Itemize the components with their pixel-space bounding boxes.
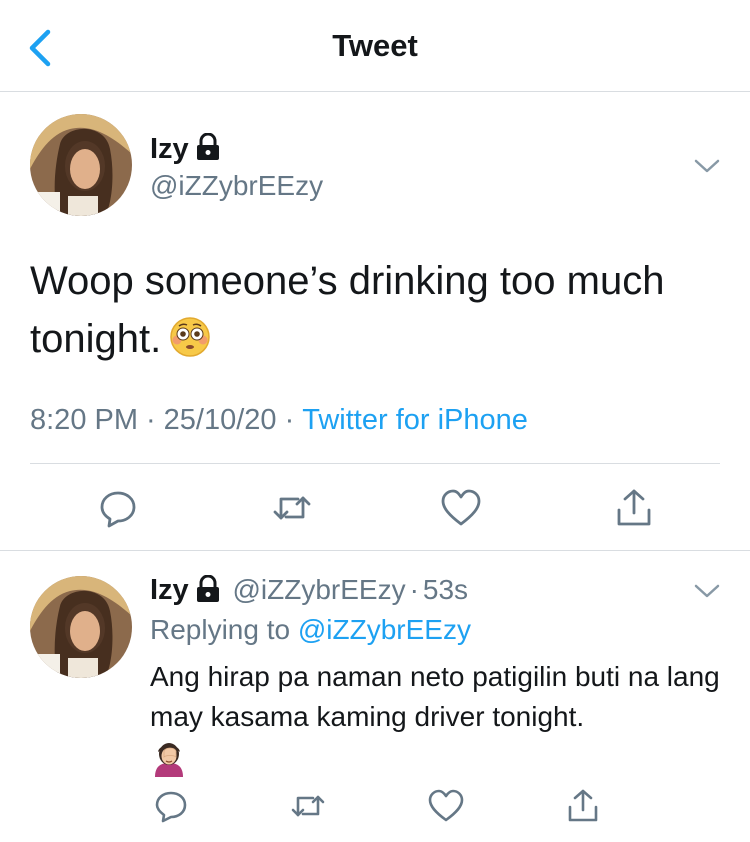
reply-icon	[155, 791, 187, 823]
like-button[interactable]	[439, 486, 483, 530]
like-button[interactable]	[424, 784, 468, 828]
separator: ·	[284, 404, 295, 436]
share-icon	[617, 489, 651, 526]
lock-icon	[196, 133, 219, 161]
replying-to-label: Replying to	[150, 614, 291, 645]
divider	[30, 463, 720, 464]
tweet-client-link[interactable]: Twitter for iPhone	[302, 404, 528, 436]
lock-icon	[196, 574, 219, 602]
reply-menu-button[interactable]	[690, 580, 724, 602]
woman-facepalming-emoji	[155, 743, 183, 777]
like-icon	[441, 489, 481, 526]
mention-link[interactable]: @iZZybrEEzy	[298, 614, 471, 645]
tweet-author-handle[interactable]: @iZZybrEEzy	[150, 170, 323, 202]
reply-header: Izy @iZZybrEEzy · 53s	[150, 574, 468, 607]
reply-icon	[100, 491, 136, 528]
retweet-icon	[273, 496, 311, 520]
navigation-bar: Tweet	[0, 0, 750, 92]
reply-button[interactable]	[96, 486, 140, 530]
reply-button[interactable]	[149, 784, 193, 828]
reply-age: 53s	[422, 574, 469, 605]
reply-author-name[interactable]: Izy	[150, 574, 189, 606]
avatar[interactable]	[30, 576, 132, 678]
retweet-button[interactable]	[286, 784, 330, 828]
tweet-time: 8:20 PM	[30, 404, 138, 436]
avatar[interactable]	[30, 114, 132, 216]
reply-author-handle[interactable]: @iZZybrEEzy	[232, 574, 405, 605]
separator: ·	[409, 574, 419, 605]
tweet-author-name[interactable]: Izy	[150, 133, 221, 166]
retweet-button[interactable]	[270, 486, 314, 530]
page-title: Tweet	[332, 28, 418, 63]
share-button[interactable]	[561, 784, 605, 828]
reply-text: Ang hirap pa naman neto patigilin buti n…	[150, 657, 720, 788]
chevron-down-icon	[694, 584, 720, 598]
share-icon	[568, 789, 598, 822]
tweet-date: 25/10/20	[163, 404, 277, 436]
tweet-text: Woop someone’s drinking too much tonight…	[30, 259, 665, 361]
divider	[0, 550, 750, 551]
tweet-metadata: 8:20 PM · 25/10/20 · Twitter for iPhone	[30, 404, 528, 437]
separator: ·	[146, 404, 156, 436]
like-icon	[428, 789, 464, 822]
share-button[interactable]	[612, 486, 656, 530]
chevron-down-icon	[694, 159, 720, 173]
tweet-menu-button[interactable]	[690, 155, 724, 177]
retweet-icon	[291, 795, 325, 817]
replying-to: Replying to @iZZybrEEzy	[150, 614, 471, 646]
flushed-face-emoji	[170, 317, 210, 358]
